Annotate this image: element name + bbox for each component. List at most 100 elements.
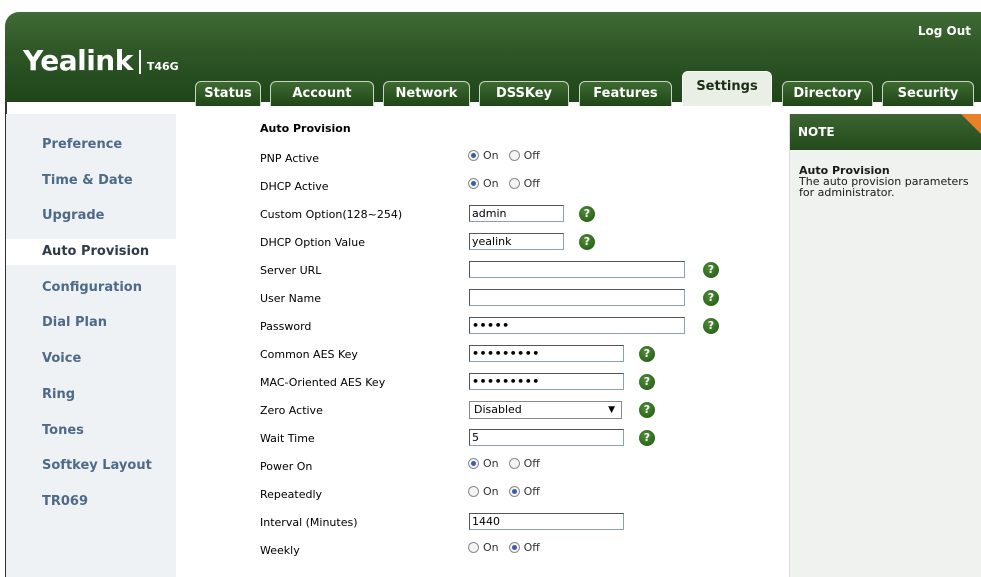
sidebar-item-ring[interactable]: Ring	[6, 382, 176, 408]
row-mac-aes-key: MAC-Oriented AES Key ••••••••• ?	[176, 368, 789, 396]
repeatedly-on-radio[interactable]	[468, 486, 479, 497]
weekly-label: Weekly	[260, 544, 300, 557]
sidebar-item-configuration[interactable]: Configuration	[6, 275, 176, 301]
help-icon[interactable]: ?	[579, 234, 595, 250]
logo-separator	[138, 50, 141, 74]
row-custom-option: Custom Option(128~254) admin ?	[176, 200, 789, 228]
sidebar-item-preference[interactable]: Preference	[6, 132, 176, 158]
sidebar-item-softkey-layout[interactable]: Softkey Layout	[6, 453, 176, 479]
note-panel: NOTE Auto Provision The auto provision p…	[789, 114, 981, 577]
header-bar: Yealink T46G Log Out Status Account Netwo…	[5, 12, 981, 106]
off-label: Off	[523, 457, 540, 470]
custom-option-label: Custom Option(128~254)	[260, 208, 403, 221]
row-weekly: Weekly On Off	[176, 536, 789, 564]
sidebar-nav: Preference Time & Date Upgrade Auto Prov…	[6, 114, 176, 577]
sidebar-item-time-date[interactable]: Time & Date	[6, 168, 176, 194]
note-text: The auto provision parameters for admini…	[799, 175, 969, 199]
dhcp-option-value-input[interactable]: yealink	[469, 233, 564, 250]
dhcp-active-off-radio[interactable]	[508, 178, 520, 189]
dhcp-active-on-radio[interactable]	[468, 178, 479, 189]
custom-option-input[interactable]: admin	[469, 205, 564, 222]
wait-time-input[interactable]: 5	[469, 429, 624, 446]
help-icon[interactable]: ?	[639, 346, 655, 362]
row-common-aes-key: Common AES Key ••••••••• ?	[176, 340, 789, 368]
power-on-off-radio[interactable]	[508, 458, 520, 469]
help-icon[interactable]: ?	[579, 206, 595, 222]
on-label: On	[483, 457, 499, 470]
tab-settings[interactable]: Settings	[682, 71, 772, 106]
auto-provision-form: Auto Provision PNP Active On Off DHCP Ac…	[176, 114, 789, 577]
sidebar-item-upgrade[interactable]: Upgrade	[6, 203, 176, 229]
power-on-radios: On Off	[468, 457, 546, 470]
row-user-name: User Name ?	[176, 284, 789, 312]
mac-aes-key-input[interactable]: •••••••••	[469, 373, 624, 390]
pnp-active-on-radio[interactable]	[468, 150, 479, 161]
sidebar-item-tones[interactable]: Tones	[6, 418, 176, 444]
interval-label: Interval (Minutes)	[260, 516, 358, 529]
user-name-label: User Name	[260, 292, 322, 305]
note-heading: NOTE	[790, 114, 981, 150]
interval-input[interactable]: 1440	[469, 513, 624, 530]
on-label: On	[483, 541, 499, 554]
pnp-active-radios: On Off	[468, 149, 546, 162]
off-label: Off	[523, 541, 540, 554]
chevron-down-icon: ▼	[608, 405, 615, 415]
off-label: Off	[523, 149, 540, 162]
help-icon[interactable]: ?	[639, 430, 655, 446]
help-icon[interactable]: ?	[703, 290, 719, 306]
on-label: On	[483, 177, 499, 190]
dhcp-active-label: DHCP Active	[260, 180, 329, 193]
power-on-label: Power On	[260, 460, 313, 473]
row-power-on: Power On On Off	[176, 452, 789, 480]
zero-active-select[interactable]: Disabled ▼	[469, 401, 622, 419]
help-icon[interactable]: ?	[639, 402, 655, 418]
yealink-logo: Yealink T46G	[23, 44, 179, 77]
row-pnp-active: PNP Active On Off	[176, 144, 789, 172]
weekly-on-radio[interactable]	[468, 542, 479, 553]
web-ui-frame: Yealink T46G Log Out Status Account Netwo…	[0, 0, 981, 577]
sidebar-item-tr069[interactable]: TR069	[6, 489, 176, 515]
row-server-url: Server URL ?	[176, 256, 789, 284]
help-icon[interactable]: ?	[639, 374, 655, 390]
weekly-off-radio[interactable]	[508, 542, 520, 553]
repeatedly-label: Repeatedly	[260, 488, 323, 501]
zero-active-label: Zero Active	[260, 404, 323, 417]
sidebar-item-auto-provision[interactable]: Auto Provision	[6, 239, 176, 265]
password-label: Password	[260, 320, 312, 333]
help-icon[interactable]: ?	[703, 262, 719, 278]
row-password: Password ••••• ?	[176, 312, 789, 340]
mac-aes-key-label: MAC-Oriented AES Key	[260, 376, 386, 389]
sidebar-item-dial-plan[interactable]: Dial Plan	[6, 310, 176, 336]
row-zero-active: Zero Active Disabled ▼ ?	[176, 396, 789, 424]
common-aes-key-label: Common AES Key	[260, 348, 358, 361]
logout-link[interactable]: Log Out	[918, 24, 971, 38]
brand-name: Yealink	[23, 44, 133, 77]
pnp-active-label: PNP Active	[260, 152, 320, 165]
common-aes-key-input[interactable]: •••••••••	[469, 345, 624, 362]
on-label: On	[483, 149, 499, 162]
password-input[interactable]: •••••	[469, 317, 685, 334]
repeatedly-off-radio[interactable]	[508, 486, 520, 497]
power-on-on-radio[interactable]	[468, 458, 479, 469]
dhcp-option-value-label: DHCP Option Value	[260, 236, 365, 249]
note-corner-decoration	[961, 114, 981, 134]
sidebar-item-voice[interactable]: Voice	[6, 346, 176, 372]
row-interval: Interval (Minutes) 1440	[176, 508, 789, 536]
server-url-input[interactable]	[469, 261, 685, 278]
wait-time-label: Wait Time	[260, 432, 315, 445]
off-label: Off	[523, 485, 540, 498]
help-icon[interactable]: ?	[703, 318, 719, 334]
row-repeatedly: Repeatedly On Off	[176, 480, 789, 508]
row-dhcp-active: DHCP Active On Off	[176, 172, 789, 200]
row-dhcp-option-value: DHCP Option Value yealink ?	[176, 228, 789, 256]
model-name: T46G	[146, 60, 179, 73]
pnp-active-off-radio[interactable]	[508, 150, 520, 161]
user-name-input[interactable]	[469, 289, 685, 306]
row-wait-time: Wait Time 5 ?	[176, 424, 789, 452]
dhcp-active-radios: On Off	[468, 177, 546, 190]
zero-active-selected-value: Disabled	[474, 403, 522, 416]
off-label: Off	[523, 177, 540, 190]
on-label: On	[483, 485, 499, 498]
repeatedly-radios: On Off	[468, 485, 546, 498]
section-title: Auto Provision	[260, 122, 351, 135]
